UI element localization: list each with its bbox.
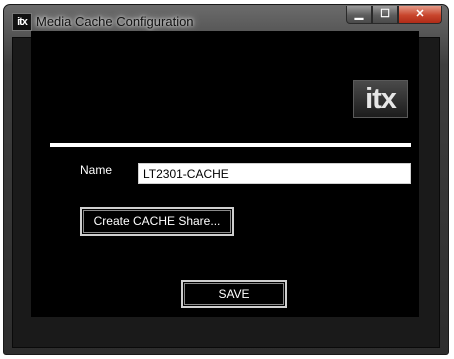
name-input[interactable] <box>138 163 411 184</box>
close-button[interactable]: ✕ <box>398 6 442 24</box>
divider-rule <box>50 143 411 147</box>
save-button[interactable]: SAVE <box>181 280 287 308</box>
window-title: Media Cache Configuration <box>36 14 194 29</box>
create-cache-share-button[interactable]: Create CACHE Share... <box>80 207 234 236</box>
maximize-button[interactable]: ☐ <box>372 6 398 24</box>
caption-buttons: ▁ ☐ ✕ <box>346 6 442 25</box>
minimize-button[interactable]: ▁ <box>346 6 372 24</box>
name-label: Name <box>80 163 113 177</box>
itx-logo: itx <box>353 80 408 118</box>
itx-app-icon[interactable]: itx <box>12 13 32 31</box>
